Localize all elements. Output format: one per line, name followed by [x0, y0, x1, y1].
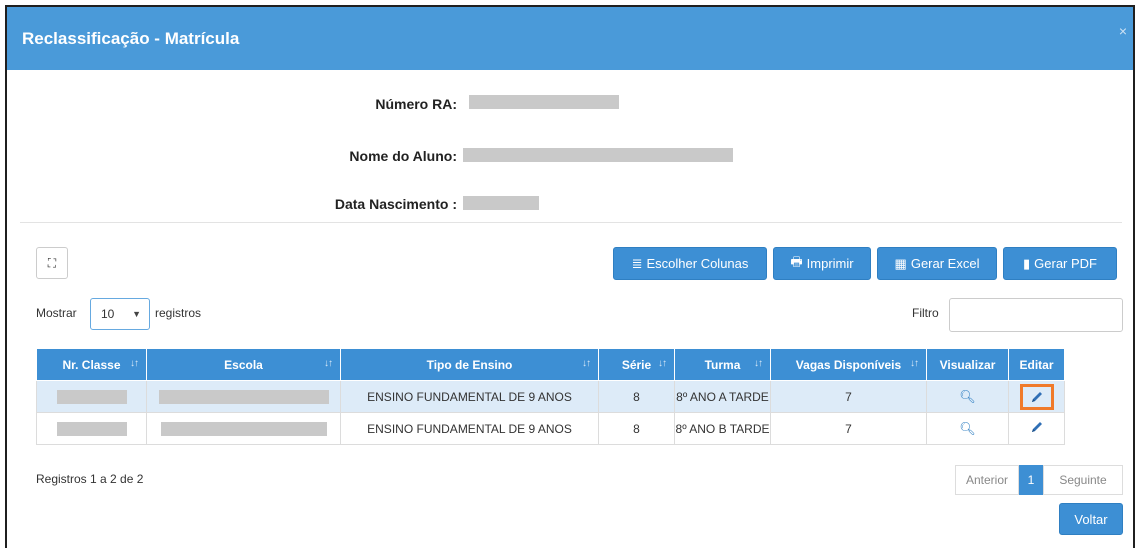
excel-button[interactable]: ▦ Gerar Excel [877, 247, 997, 280]
student-name-label: Nome do Aluno: [349, 148, 457, 164]
page-size-select[interactable]: 10 ▼ [90, 298, 150, 330]
nr-classe-redacted [36, 380, 147, 413]
table-row[interactable]: ENSINO FUNDAMENTAL DE 9 ANOS 8 8º ANO A … [36, 380, 1065, 413]
modal-header: Reclassificação - Matrícula × [7, 7, 1133, 70]
print-button[interactable]: 🖶 Imprimir [773, 247, 871, 280]
search-icon: 🔍︎ [959, 420, 976, 436]
turma-cell: 8º ANO B TARDE [674, 412, 771, 445]
sort-icon: ↓↑ [582, 358, 591, 369]
search-icon: 🔍︎ [959, 388, 976, 404]
records-info: Registros 1 a 2 de 2 [36, 472, 144, 486]
col-visualizar: Visualizar [926, 348, 1009, 381]
list-icon: ≣ [631, 255, 643, 271]
ra-value-redacted [469, 95, 619, 109]
choose-columns-button[interactable]: ≣ Escolher Colunas [613, 247, 767, 280]
tipo-ensino-cell: ENSINO FUNDAMENTAL DE 9 ANOS [340, 380, 599, 413]
col-nr-classe[interactable]: Nr. Classe ↓↑ [36, 348, 147, 381]
col-editar: Editar [1008, 348, 1065, 381]
birth-date-redacted [463, 196, 539, 210]
sort-icon: ↓↑ [658, 358, 667, 369]
birth-date-label: Data Nascimento : [334, 196, 457, 212]
file-icon: ▮ [1023, 255, 1031, 271]
sort-icon: ↓↑ [130, 358, 139, 369]
nr-classe-redacted [36, 412, 147, 445]
edit-button[interactable] [1008, 412, 1065, 445]
modal-title: Reclassificação - Matrícula [22, 29, 240, 48]
modal-window: Reclassificação - Matrícula × Número RA:… [5, 5, 1135, 548]
serie-cell: 8 [598, 380, 675, 413]
escola-redacted [146, 380, 341, 413]
vagas-cell: 7 [770, 412, 927, 445]
excel-label: Gerar Excel [910, 256, 980, 271]
ra-label: Número RA: [375, 96, 457, 112]
sort-icon: ↓↑ [754, 358, 763, 369]
close-icon[interactable]: × [1119, 23, 1127, 39]
printer-icon: 🖶 [790, 253, 803, 269]
sort-icon: ↓↑ [324, 358, 333, 369]
page-1-button[interactable]: 1 [1019, 465, 1043, 495]
sort-icon: ↓↑ [910, 358, 919, 369]
col-vagas[interactable]: Vagas Disponíveis ↓↑ [770, 348, 927, 381]
grid-icon: ▦ [894, 255, 907, 271]
next-page-button[interactable]: Seguinte [1043, 465, 1123, 495]
pdf-button[interactable]: ▮ Gerar PDF [1003, 247, 1117, 280]
table-row[interactable]: ENSINO FUNDAMENTAL DE 9 ANOS 8 8º ANO B … [36, 412, 1065, 445]
print-label: Imprimir [806, 256, 854, 271]
serie-cell: 8 [598, 412, 675, 445]
choose-columns-label: Escolher Colunas [646, 256, 749, 271]
records-label: registros [155, 306, 202, 320]
student-name-redacted [463, 148, 733, 162]
page-size-value: 10 [101, 307, 115, 321]
col-serie[interactable]: Série ↓↑ [598, 348, 675, 381]
edit-highlight [1019, 383, 1054, 410]
filter-input[interactable] [949, 298, 1123, 332]
col-escola[interactable]: Escola ↓↑ [146, 348, 341, 381]
previous-page-button[interactable]: Anterior [955, 465, 1019, 495]
pencil-icon [1031, 422, 1042, 432]
filter-label: Filtro [912, 306, 939, 320]
classes-table: Nr. Classe ↓↑ Escola ↓↑ Tipo de Ensino ↓↑ S… [36, 348, 1065, 445]
view-button[interactable]: 🔍︎ [926, 380, 1009, 413]
expand-button[interactable]: ⛶ [36, 247, 68, 279]
tipo-ensino-cell: ENSINO FUNDAMENTAL DE 9 ANOS [340, 412, 599, 445]
col-turma[interactable]: Turma ↓↑ [674, 348, 771, 381]
pencil-icon [1031, 391, 1042, 402]
show-label: Mostrar [36, 306, 77, 320]
escola-redacted [146, 412, 341, 445]
expand-icon: ⛶ [47, 255, 57, 270]
edit-button[interactable] [1008, 380, 1065, 413]
back-button[interactable]: Voltar [1059, 503, 1123, 535]
turma-cell: 8º ANO A TARDE [674, 380, 771, 413]
divider [20, 222, 1122, 223]
pdf-label: Gerar PDF [1034, 256, 1097, 271]
view-button[interactable]: 🔍︎ [926, 412, 1009, 445]
col-tipo-ensino[interactable]: Tipo de Ensino ↓↑ [340, 348, 599, 381]
caret-down-icon: ▼ [132, 309, 141, 319]
vagas-cell: 7 [770, 380, 927, 413]
